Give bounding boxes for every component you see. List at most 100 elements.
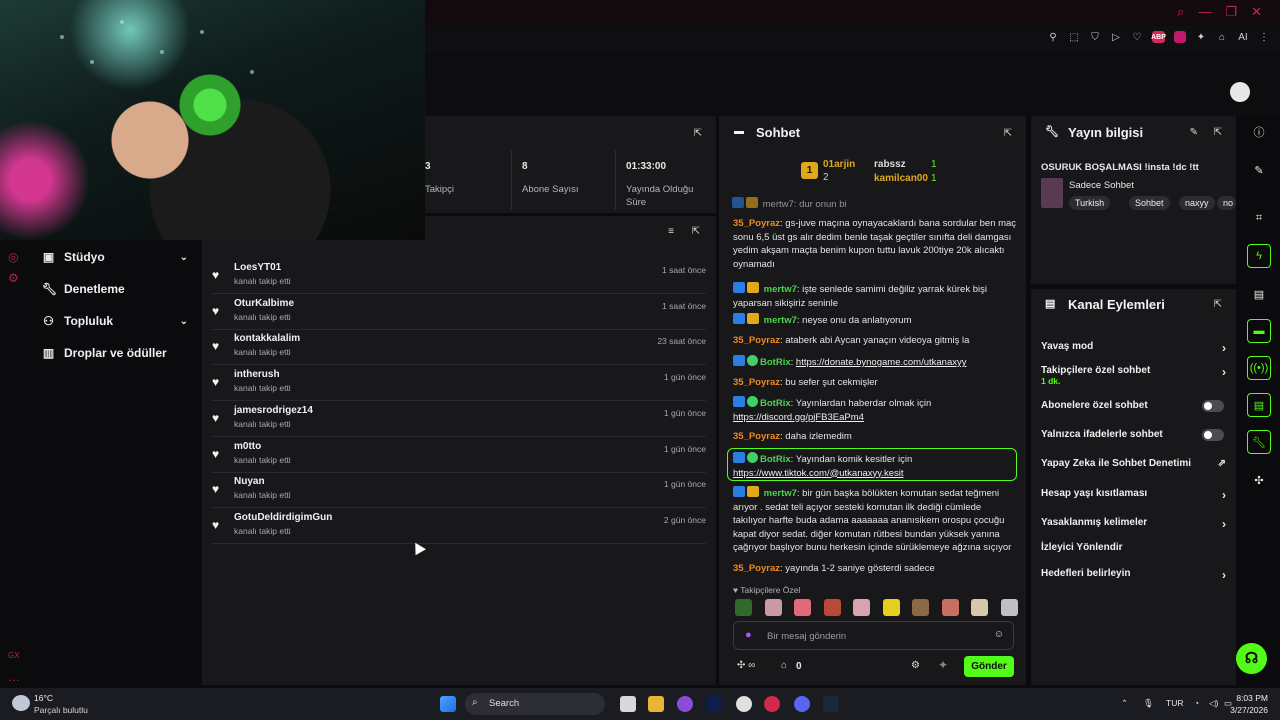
follower-name[interactable]: kontakkalalim [234,333,300,344]
discord-icon[interactable] [794,696,810,712]
chat-username[interactable]: 35_Poyraz [733,377,780,388]
ai-icon[interactable]: AI [1237,31,1249,43]
infinity-icon[interactable]: ✣ ∞ [737,660,755,671]
broadcast-icon[interactable]: ((•)) [1247,356,1271,380]
follower-name[interactable]: Nuyan [234,476,265,487]
channel-action-item[interactable]: Takipçilere özel sohbet 1 dk. › [1041,365,1226,386]
opera-gx-icon[interactable] [764,696,780,712]
network-icon[interactable]: ◔ [1194,698,1199,708]
search-icon[interactable]: ⌕ [1177,4,1184,20]
emote[interactable] [1000,599,1018,616]
message-link[interactable]: https://donate.bynogame.com/utkanaxyy [796,357,967,368]
actions-icon[interactable]: ▤ [1247,393,1271,417]
sidebar-item-drops[interactable]: ▥ Droplar ve ödüller [42,346,188,360]
pin-icon[interactable]: ⚲ [1047,31,1059,43]
emote[interactable] [735,599,752,616]
screenshot-icon[interactable]: ⬚ [1068,31,1080,43]
edit-icon[interactable]: ✎ [1190,127,1198,138]
wrench-icon[interactable]: 🔧︎ [1247,430,1271,454]
minimize-icon[interactable]: — [1198,4,1211,20]
avatar[interactable] [1230,82,1250,102]
toggle-switch[interactable] [1202,429,1224,441]
adblock-icon[interactable]: ABP [1151,31,1166,43]
channel-action-item[interactable]: Hedefleri belirleyin › [1041,568,1226,582]
microphone-icon[interactable]: 🎙︎ [1143,698,1154,709]
emote[interactable] [794,599,811,616]
chat-username[interactable]: mertw7 [764,284,797,295]
emote[interactable] [823,599,841,616]
channel-action-item[interactable]: Abonelere özel sohbet [1041,400,1226,412]
emote[interactable] [971,599,988,616]
microphone-icon[interactable]: ● [745,629,752,641]
popout-icon[interactable]: ⇱ [1214,127,1222,138]
follower-name[interactable]: m0tto [234,441,261,452]
channel-action-item[interactable]: Yavaş mod › [1041,341,1226,355]
emote[interactable] [853,599,870,616]
send-button[interactable]: Gönder [964,656,1014,677]
settings-icon[interactable]: ⚙ [8,271,19,285]
chat-username[interactable]: 35_Poyraz [733,335,780,346]
volume-icon[interactable]: ◁) [1209,698,1218,709]
more-icon[interactable]: … [8,670,20,684]
taskbar-clock[interactable]: 8:03 PM 3/27/2026 [1230,692,1268,716]
popout-icon[interactable]: ⇱ [694,128,702,139]
bot-icon[interactable]: ✦ [938,658,948,672]
channel-action-item[interactable]: İzleyici Yönlendir [1041,542,1226,553]
capture-icon[interactable]: ⌗ [1247,206,1271,230]
photoshop-icon[interactable] [706,696,722,712]
menu-icon[interactable]: ⋮ [1258,31,1270,43]
language-indicator[interactable]: TUR [1166,698,1183,708]
maximize-icon[interactable]: ❐ [1225,4,1237,20]
steam-icon[interactable] [823,696,839,712]
close-icon[interactable]: ✕ [1251,4,1262,20]
document-icon[interactable]: ▤ [1247,282,1271,306]
lock-icon[interactable]: ⌂ [1216,31,1228,43]
channel-action-item[interactable]: Yapay Zeka ile Sohbet Denetimi ⇗ [1041,458,1226,469]
chat-username[interactable]: BotRix [760,357,791,368]
popout-icon[interactable]: ⇱ [1004,128,1012,139]
channel-action-item[interactable]: Yasaklanmış kelimeler › [1041,517,1226,531]
store-icon[interactable]: ⌂ [781,660,787,671]
channel-action-item[interactable]: Hesap yaşı kısıtlaması › [1041,488,1226,502]
chevron-up-icon[interactable]: ⌃ [1121,698,1128,709]
chat-icon[interactable]: ▬ [1247,319,1271,343]
popout-icon[interactable]: ⇱ [1214,299,1222,310]
chat-username[interactable]: 35_Poyraz [733,218,780,229]
app-purple-icon[interactable] [677,696,693,712]
support-button[interactable]: ☊ [1236,643,1267,674]
task-view-icon[interactable] [620,696,636,712]
follower-name[interactable]: intherush [234,369,280,380]
toggle-switch[interactable] [1202,400,1224,412]
chat-username[interactable]: 35_Poyraz [733,431,780,442]
chat-username[interactable]: BotRix [760,398,791,409]
chat-username[interactable]: mertw7 [764,315,797,326]
chat-username[interactable]: mertw7 [764,488,797,499]
sidebar-item-community[interactable]: ⚇ Topluluk ⌄ [42,314,188,328]
chat-input[interactable]: ● Bir mesaj gönderin ☺ [733,621,1014,650]
extension-pink-icon[interactable] [1174,31,1186,43]
edit-icon[interactable]: ✎ [1247,158,1271,182]
info-icon[interactable]: ⓘ [1247,120,1271,144]
message-link[interactable]: https://discord.gg/pjFB3EaPm4 [733,412,864,423]
follower-name[interactable]: LoesYT01 [234,262,281,273]
streaming-icon[interactable]: ◎ [8,250,18,264]
popout-icon[interactable]: ⇱ [692,226,700,237]
file-explorer-icon[interactable] [648,696,664,712]
emote[interactable] [912,599,929,616]
shield-icon[interactable]: ⛉ [1089,31,1101,43]
app-clock-icon[interactable] [736,696,752,712]
emote[interactable] [764,599,782,616]
chat-username[interactable]: 35_Poyraz [733,563,780,574]
emote[interactable] [941,599,959,616]
heart-icon[interactable]: ♡ [1131,31,1143,43]
filter-icon[interactable]: ≡ [668,226,674,237]
sidebar-item-studio[interactable]: ▣ Stüdyo ⌄ [42,250,188,264]
emoji-icon[interactable]: ☺ [994,629,1004,640]
follower-name[interactable]: OturKalbime [234,298,294,309]
emote[interactable] [882,599,900,616]
follower-name[interactable]: GotuDeldirdigimGun [234,512,332,523]
share-icon[interactable]: ✣ [1247,468,1271,492]
gear-icon[interactable]: ⚙ [911,660,920,671]
sidebar-item-moderation[interactable]: 🔧︎ Denetleme [42,282,188,296]
play-icon[interactable]: ▷ [1110,31,1122,43]
